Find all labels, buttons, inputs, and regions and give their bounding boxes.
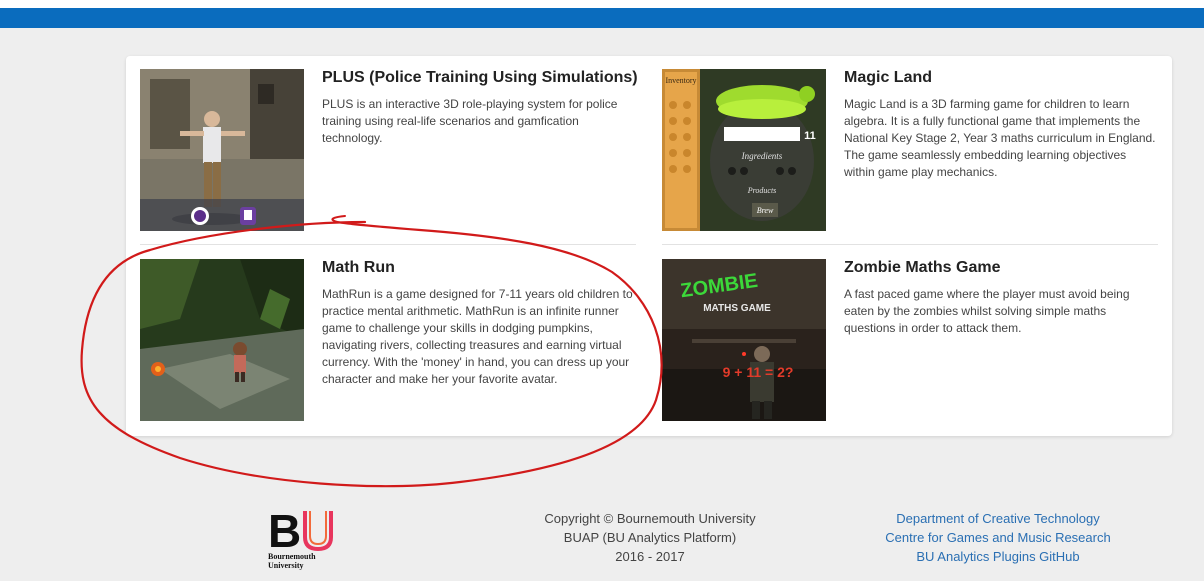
- project-title[interactable]: Magic Land: [844, 69, 932, 87]
- link-department-creative-technology[interactable]: Department of Creative Technology: [848, 509, 1148, 528]
- platform-text: BUAP (BU Analytics Platform): [563, 530, 737, 545]
- project-title[interactable]: Zombie Maths Game: [844, 259, 1000, 277]
- years-text: 2016 - 2017: [615, 549, 685, 564]
- row-divider-right: [662, 244, 1158, 245]
- projects-card: PLUS (Police Training Using Simulations)…: [126, 56, 1172, 436]
- project-title[interactable]: PLUS (Police Training Using Simulations): [322, 69, 638, 87]
- project-zombie-maths[interactable]: ZOMBIE MATHS GAME 9 + 11 = 2? Zombie Mat…: [662, 259, 1162, 424]
- brew-label: Brew: [757, 206, 774, 215]
- zombie-maths-thumbnail[interactable]: ZOMBIE MATHS GAME 9 + 11 = 2?: [662, 259, 826, 421]
- project-description: A fast paced game where the player must …: [844, 287, 1130, 335]
- plus-thumbnail[interactable]: [140, 69, 304, 231]
- inventory-label: Inventory: [665, 76, 696, 85]
- magic-land-thumbnail[interactable]: Inventory Ingredients 11 Products Brew: [662, 69, 826, 231]
- project-magic-land[interactable]: Inventory Ingredients 11 Products Brew M…: [662, 69, 1162, 234]
- link-bu-analytics-github[interactable]: BU Analytics Plugins GitHub: [848, 547, 1148, 566]
- footer-links: Department of Creative Technology Centre…: [848, 509, 1148, 566]
- copyright-text: Copyright © Bournemouth University: [544, 511, 756, 526]
- zombie-equation: 9 + 11 = 2?: [723, 364, 794, 380]
- project-description: PLUS is an interactive 3D role-playing s…: [322, 97, 618, 145]
- project-math-run[interactable]: Math Run MathRun is a game designed for …: [140, 259, 640, 424]
- zombie-logo-bottom: MATHS GAME: [703, 303, 771, 314]
- project-title[interactable]: Math Run: [322, 259, 395, 277]
- ingredient-count: 11: [804, 130, 816, 142]
- logo-name-line2: University: [268, 561, 304, 570]
- svg-text:B: B: [268, 505, 300, 557]
- footer-copyright-block: Copyright © Bournemouth University BUAP …: [520, 509, 780, 566]
- logo-name-line1: Bournemouth: [268, 552, 316, 561]
- header-bar: [0, 8, 1204, 28]
- products-label: Products: [747, 186, 777, 195]
- project-description: MathRun is a game designed for 7-11 year…: [322, 287, 633, 386]
- top-strip: [0, 0, 1204, 8]
- project-description: Magic Land is a 3D farming game for chil…: [844, 97, 1156, 179]
- ingredients-label: Ingredients: [741, 151, 783, 161]
- link-centre-games-music-research[interactable]: Centre for Games and Music Research: [848, 528, 1148, 547]
- project-plus[interactable]: PLUS (Police Training Using Simulations)…: [140, 69, 640, 234]
- math-run-thumbnail[interactable]: [140, 259, 304, 421]
- bu-logo[interactable]: B Bournemouth University: [268, 503, 338, 571]
- row-divider-left: [140, 244, 636, 245]
